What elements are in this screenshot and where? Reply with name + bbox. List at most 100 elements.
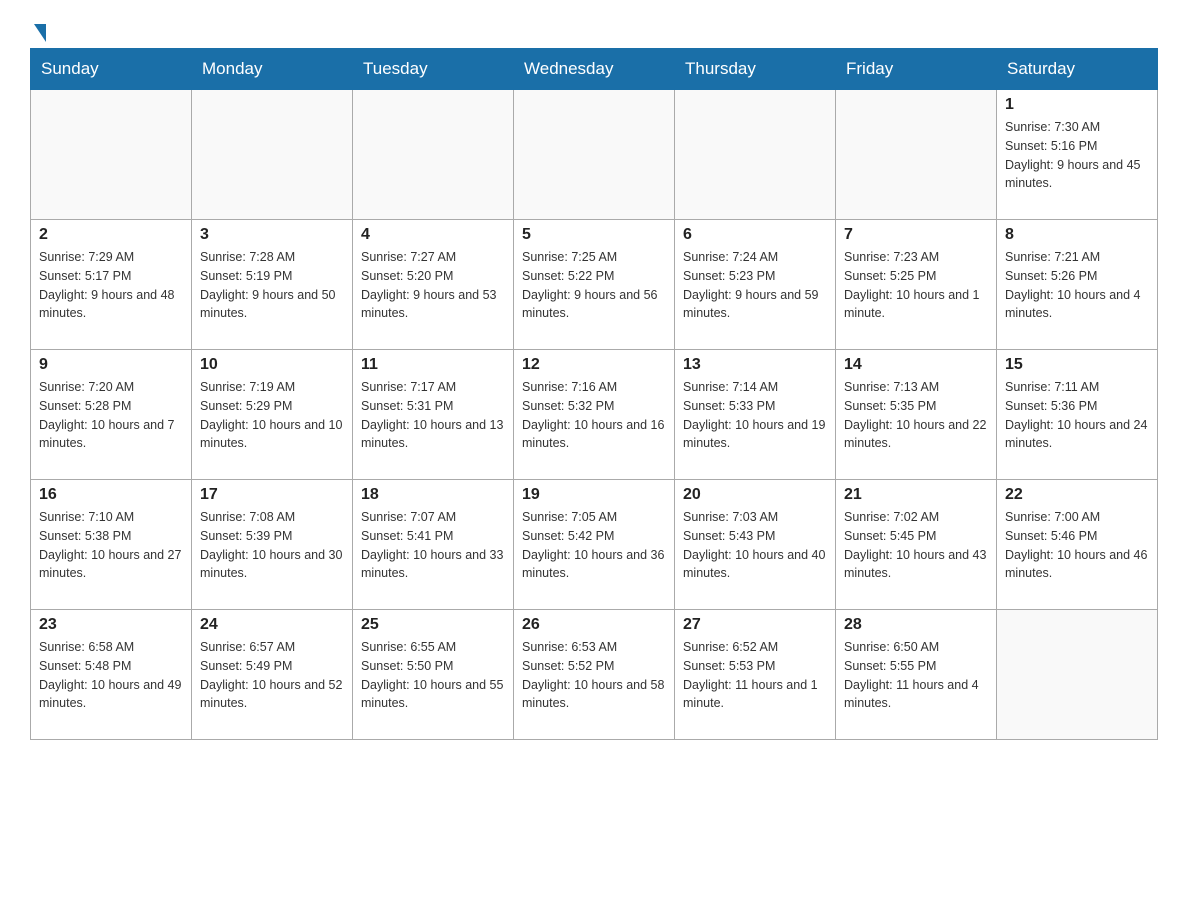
- column-header-wednesday: Wednesday: [514, 49, 675, 90]
- day-number: 23: [39, 616, 183, 634]
- day-cell: 7Sunrise: 7:23 AM Sunset: 5:25 PM Daylig…: [836, 220, 997, 350]
- day-info: Sunrise: 7:24 AM Sunset: 5:23 PM Dayligh…: [683, 248, 827, 323]
- day-info: Sunrise: 7:13 AM Sunset: 5:35 PM Dayligh…: [844, 378, 988, 453]
- day-number: 25: [361, 616, 505, 634]
- week-row-1: 1Sunrise: 7:30 AM Sunset: 5:16 PM Daylig…: [31, 90, 1158, 220]
- day-cell: 6Sunrise: 7:24 AM Sunset: 5:23 PM Daylig…: [675, 220, 836, 350]
- day-number: 12: [522, 356, 666, 374]
- column-header-tuesday: Tuesday: [353, 49, 514, 90]
- day-info: Sunrise: 7:21 AM Sunset: 5:26 PM Dayligh…: [1005, 248, 1149, 323]
- day-cell: [675, 90, 836, 220]
- day-cell: [192, 90, 353, 220]
- day-info: Sunrise: 7:10 AM Sunset: 5:38 PM Dayligh…: [39, 508, 183, 583]
- day-number: 15: [1005, 356, 1149, 374]
- day-cell: 27 Sunrise: 6:52 AM Sunset: 5:53 PM Dayli…: [675, 610, 836, 740]
- day-cell: 10 Sunrise: 7:19 AM Sunset: 5:29 PM Dayli…: [192, 350, 353, 480]
- day-info: Sunrise: 7:02 AM Sunset: 5:45 PM Dayligh…: [844, 508, 988, 583]
- day-info: Sunrise: 7:17 AM Sunset: 5:31 PM Dayligh…: [361, 378, 505, 453]
- day-cell: 17 Sunrise: 7:08 AM Sunset: 5:39 PM Dayli…: [192, 480, 353, 610]
- day-cell: 4 Sunrise: 7:27 AM Sunset: 5:20 PM Daylig…: [353, 220, 514, 350]
- day-cell: 20 Sunrise: 7:03 AM Sunset: 5:43 PM Dayli…: [675, 480, 836, 610]
- day-info: Sunrise: 7:16 AM Sunset: 5:32 PM Dayligh…: [522, 378, 666, 453]
- day-cell: 24 Sunrise: 6:57 AM Sunset: 5:49 PM Dayli…: [192, 610, 353, 740]
- day-number: 17: [200, 486, 344, 504]
- day-number: 7: [844, 226, 988, 244]
- day-info: Sunrise: 7:27 AM Sunset: 5:20 PM Dayligh…: [361, 248, 505, 323]
- day-info: Sunrise: 7:29 AM Sunset: 5:17 PM Dayligh…: [39, 248, 183, 323]
- day-info: Sunrise: 7:19 AM Sunset: 5:29 PM Dayligh…: [200, 378, 344, 453]
- day-info: Sunrise: 6:50 AM Sunset: 5:55 PM Dayligh…: [844, 638, 988, 713]
- day-cell: 1Sunrise: 7:30 AM Sunset: 5:16 PM Daylig…: [997, 90, 1158, 220]
- day-info: Sunrise: 7:14 AM Sunset: 5:33 PM Dayligh…: [683, 378, 827, 453]
- day-cell: 25 Sunrise: 6:55 AM Sunset: 5:50 PM Dayli…: [353, 610, 514, 740]
- day-number: 16: [39, 486, 183, 504]
- day-info: Sunrise: 7:30 AM Sunset: 5:16 PM Dayligh…: [1005, 118, 1149, 193]
- day-info: Sunrise: 7:20 AM Sunset: 5:28 PM Dayligh…: [39, 378, 183, 453]
- day-cell: 2Sunrise: 7:29 AM Sunset: 5:17 PM Daylig…: [31, 220, 192, 350]
- day-info: Sunrise: 7:08 AM Sunset: 5:39 PM Dayligh…: [200, 508, 344, 583]
- day-number: 21: [844, 486, 988, 504]
- day-number: 5: [522, 226, 666, 244]
- day-cell: 13 Sunrise: 7:14 AM Sunset: 5:33 PM Dayli…: [675, 350, 836, 480]
- day-cell: 3 Sunrise: 7:28 AM Sunset: 5:19 PM Daylig…: [192, 220, 353, 350]
- day-number: 28: [844, 616, 988, 634]
- calendar-header-row: SundayMondayTuesdayWednesdayThursdayFrid…: [31, 49, 1158, 90]
- column-header-monday: Monday: [192, 49, 353, 90]
- day-cell: 16 Sunrise: 7:10 AM Sunset: 5:38 PM Dayli…: [31, 480, 192, 610]
- day-number: 13: [683, 356, 827, 374]
- calendar-table: SundayMondayTuesdayWednesdayThursdayFrid…: [30, 48, 1158, 740]
- week-row-2: 2Sunrise: 7:29 AM Sunset: 5:17 PM Daylig…: [31, 220, 1158, 350]
- week-row-5: 23 Sunrise: 6:58 AM Sunset: 5:48 PM Dayli…: [31, 610, 1158, 740]
- day-number: 14: [844, 356, 988, 374]
- day-cell: 26 Sunrise: 6:53 AM Sunset: 5:52 PM Dayli…: [514, 610, 675, 740]
- day-cell: 12 Sunrise: 7:16 AM Sunset: 5:32 PM Dayli…: [514, 350, 675, 480]
- week-row-4: 16 Sunrise: 7:10 AM Sunset: 5:38 PM Dayli…: [31, 480, 1158, 610]
- day-info: Sunrise: 7:05 AM Sunset: 5:42 PM Dayligh…: [522, 508, 666, 583]
- day-info: Sunrise: 6:55 AM Sunset: 5:50 PM Dayligh…: [361, 638, 505, 713]
- day-info: Sunrise: 7:25 AM Sunset: 5:22 PM Dayligh…: [522, 248, 666, 323]
- day-info: Sunrise: 6:57 AM Sunset: 5:49 PM Dayligh…: [200, 638, 344, 713]
- day-number: 11: [361, 356, 505, 374]
- day-number: 20: [683, 486, 827, 504]
- day-number: 24: [200, 616, 344, 634]
- day-cell: [997, 610, 1158, 740]
- column-header-sunday: Sunday: [31, 49, 192, 90]
- day-cell: 9 Sunrise: 7:20 AM Sunset: 5:28 PM Daylig…: [31, 350, 192, 480]
- column-header-saturday: Saturday: [997, 49, 1158, 90]
- day-info: Sunrise: 6:52 AM Sunset: 5:53 PM Dayligh…: [683, 638, 827, 713]
- day-info: Sunrise: 7:00 AM Sunset: 5:46 PM Dayligh…: [1005, 508, 1149, 583]
- day-cell: 22 Sunrise: 7:00 AM Sunset: 5:46 PM Dayli…: [997, 480, 1158, 610]
- day-info: Sunrise: 7:28 AM Sunset: 5:19 PM Dayligh…: [200, 248, 344, 323]
- day-number: 19: [522, 486, 666, 504]
- day-number: 22: [1005, 486, 1149, 504]
- day-number: 8: [1005, 226, 1149, 244]
- day-cell: 14 Sunrise: 7:13 AM Sunset: 5:35 PM Dayli…: [836, 350, 997, 480]
- day-number: 3: [200, 226, 344, 244]
- page-header: [30, 20, 1158, 38]
- day-cell: 15 Sunrise: 7:11 AM Sunset: 5:36 PM Dayli…: [997, 350, 1158, 480]
- column-header-friday: Friday: [836, 49, 997, 90]
- day-cell: [31, 90, 192, 220]
- day-info: Sunrise: 7:11 AM Sunset: 5:36 PM Dayligh…: [1005, 378, 1149, 453]
- day-cell: 18 Sunrise: 7:07 AM Sunset: 5:41 PM Dayli…: [353, 480, 514, 610]
- day-number: 10: [200, 356, 344, 374]
- day-number: 18: [361, 486, 505, 504]
- day-cell: 8 Sunrise: 7:21 AM Sunset: 5:26 PM Daylig…: [997, 220, 1158, 350]
- day-info: Sunrise: 7:03 AM Sunset: 5:43 PM Dayligh…: [683, 508, 827, 583]
- day-cell: 28 Sunrise: 6:50 AM Sunset: 5:55 PM Dayli…: [836, 610, 997, 740]
- day-number: 4: [361, 226, 505, 244]
- day-number: 26: [522, 616, 666, 634]
- day-cell: 23 Sunrise: 6:58 AM Sunset: 5:48 PM Dayli…: [31, 610, 192, 740]
- day-cell: [514, 90, 675, 220]
- day-cell: 21 Sunrise: 7:02 AM Sunset: 5:45 PM Dayli…: [836, 480, 997, 610]
- day-info: Sunrise: 6:53 AM Sunset: 5:52 PM Dayligh…: [522, 638, 666, 713]
- day-cell: 5 Sunrise: 7:25 AM Sunset: 5:22 PM Daylig…: [514, 220, 675, 350]
- day-number: 27: [683, 616, 827, 634]
- week-row-3: 9 Sunrise: 7:20 AM Sunset: 5:28 PM Daylig…: [31, 350, 1158, 480]
- column-header-thursday: Thursday: [675, 49, 836, 90]
- day-info: Sunrise: 7:07 AM Sunset: 5:41 PM Dayligh…: [361, 508, 505, 583]
- day-cell: 11 Sunrise: 7:17 AM Sunset: 5:31 PM Dayli…: [353, 350, 514, 480]
- logo-arrow-icon: [34, 24, 46, 42]
- day-info: Sunrise: 6:58 AM Sunset: 5:48 PM Dayligh…: [39, 638, 183, 713]
- day-number: 9: [39, 356, 183, 374]
